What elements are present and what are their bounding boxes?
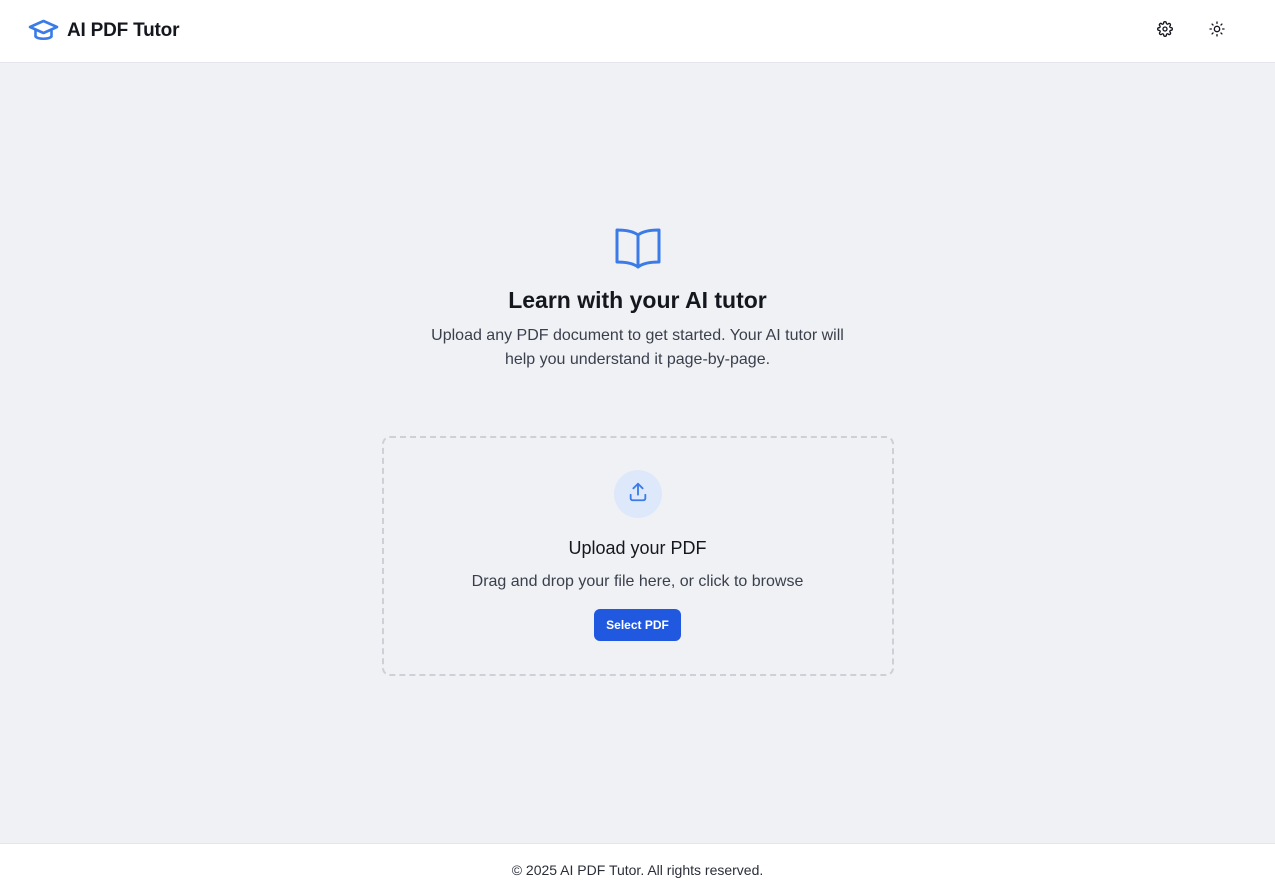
gear-icon [1157, 20, 1173, 42]
settings-button[interactable] [1149, 15, 1181, 47]
hero-subtitle: Upload any PDF document to get started. … [431, 327, 844, 368]
upload-title: Upload your PDF [568, 538, 707, 558]
upload-subtitle: Drag and drop your file here, or click t… [471, 573, 804, 590]
copyright-text: © 2025 AI PDF Tutor. All rights reserved… [511, 862, 764, 878]
graduation-cap-icon [28, 19, 59, 43]
open-book-icon [614, 225, 662, 271]
hero-title: Learn with your AI tutor [508, 287, 767, 313]
upload-icon [627, 481, 649, 508]
upload-icon-circle [613, 470, 662, 518]
app-footer: © 2025 AI PDF Tutor. All rights reserved… [0, 843, 1275, 892]
main-content: Learn with your AI tutor Upload any PDF … [0, 63, 1275, 843]
select-pdf-button[interactable]: Select PDF [594, 609, 681, 641]
sun-icon [1209, 20, 1225, 42]
header-actions [1149, 15, 1233, 47]
app-header: AI PDF Tutor [0, 0, 1275, 63]
pdf-dropzone[interactable]: Upload your PDF Drag and drop your file … [381, 436, 894, 676]
app-title: AI PDF Tutor [67, 20, 180, 41]
brand[interactable]: AI PDF Tutor [28, 19, 179, 43]
theme-toggle-button[interactable] [1201, 15, 1233, 47]
